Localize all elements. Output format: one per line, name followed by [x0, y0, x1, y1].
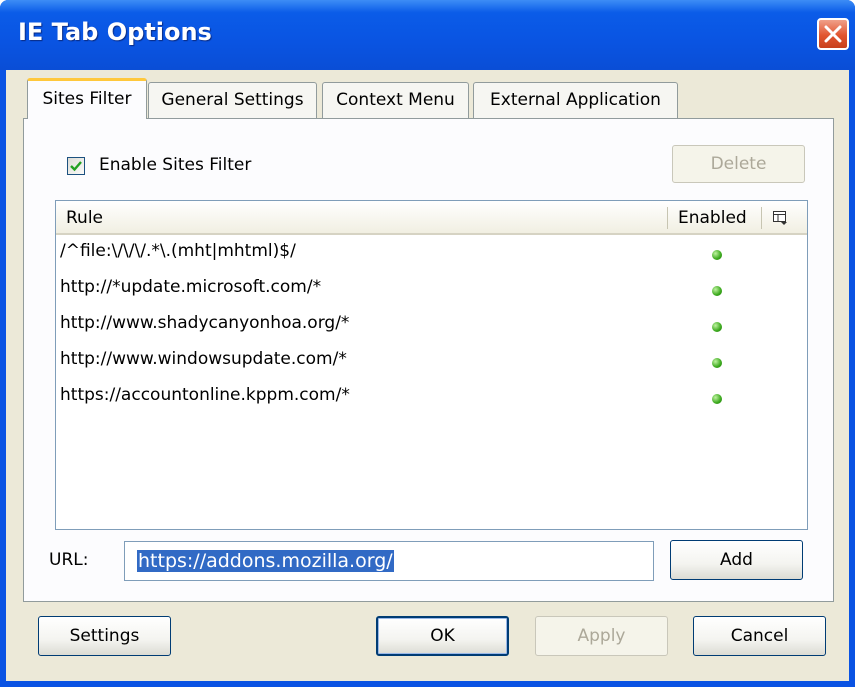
rules-list[interactable]: Rule Enabled /^file:\/\/\/.*\.(mht|mhtml… [55, 200, 808, 530]
url-input-value: https://addons.mozilla.org/ [137, 550, 394, 572]
column-header-enabled[interactable]: Enabled [678, 208, 747, 228]
table-row[interactable]: /^file:\/\/\/.*\.(mht|mhtml)$/ [56, 236, 807, 272]
enabled-status-icon[interactable] [712, 394, 722, 404]
enabled-status-icon[interactable] [712, 358, 722, 368]
table-row[interactable]: http://www.windowsupdate.com/* [56, 344, 807, 380]
enabled-status-icon[interactable] [712, 322, 722, 332]
close-icon [824, 25, 842, 43]
settings-button[interactable]: Settings [38, 616, 171, 656]
column-divider[interactable] [761, 207, 762, 229]
table-row[interactable]: http://*update.microsoft.com/* [56, 272, 807, 308]
add-button[interactable]: Add [670, 540, 803, 580]
tab-external-application[interactable]: External Application [473, 82, 678, 118]
rule-text: https://accountonline.kppm.com/* [60, 385, 350, 405]
table-row[interactable]: https://accountonline.kppm.com/* [56, 380, 807, 416]
window-title: IE Tab Options [18, 18, 212, 46]
enabled-status-icon[interactable] [712, 250, 722, 260]
url-input[interactable]: https://addons.mozilla.org/ [124, 541, 654, 581]
url-label: URL: [49, 550, 89, 570]
dialog-client-area: Sites Filter General Settings Context Me… [6, 70, 849, 681]
rule-text: /^file:\/\/\/.*\.(mht|mhtml)$/ [60, 241, 296, 261]
delete-button[interactable]: Delete [672, 145, 805, 183]
rule-text: http://www.shadycanyonhoa.org/* [60, 313, 350, 333]
rule-text: http://www.windowsupdate.com/* [60, 349, 347, 369]
column-header-rule[interactable]: Rule [66, 208, 103, 228]
tab-sites-filter[interactable]: Sites Filter [27, 78, 147, 119]
ok-button[interactable]: OK [376, 616, 509, 656]
table-row[interactable]: http://www.shadycanyonhoa.org/* [56, 308, 807, 344]
tab-general-settings[interactable]: General Settings [148, 82, 317, 118]
column-divider[interactable] [667, 207, 668, 229]
rule-text: http://*update.microsoft.com/* [60, 277, 322, 297]
title-bar[interactable]: IE Tab Options [0, 0, 855, 70]
dialog-window: IE Tab Options Sites Filter General Sett… [0, 0, 855, 687]
apply-button[interactable]: Apply [535, 616, 668, 656]
sites-filter-panel: Enable Sites Filter Delete Rule Enabled [23, 118, 834, 602]
close-button[interactable] [817, 18, 849, 50]
enabled-status-icon[interactable] [712, 286, 722, 296]
cancel-button[interactable]: Cancel [693, 616, 826, 656]
column-picker-icon[interactable] [772, 210, 788, 226]
checkmark-icon [70, 161, 82, 172]
tab-context-menu[interactable]: Context Menu [322, 82, 469, 118]
enable-sites-filter-label[interactable]: Enable Sites Filter [99, 155, 251, 175]
enable-sites-filter-checkbox[interactable] [67, 157, 85, 175]
rules-list-header: Rule Enabled [56, 201, 807, 235]
